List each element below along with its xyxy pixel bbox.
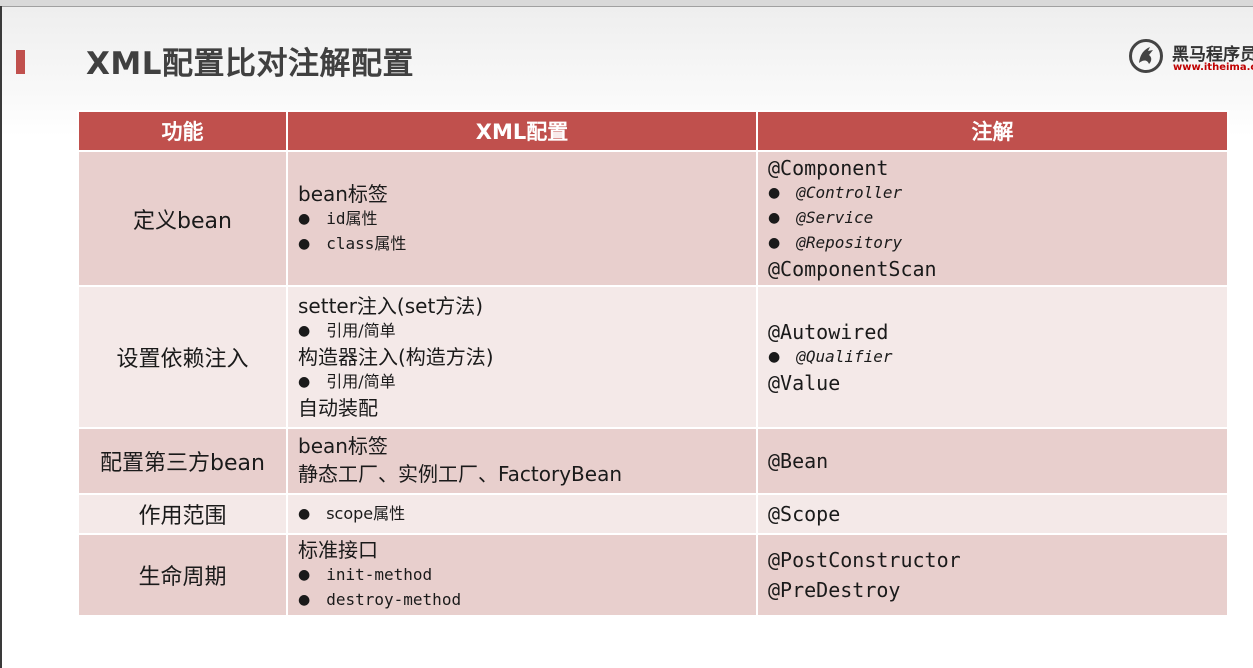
table-row: 生命周期 标准接口 init-method destroy-method @Po… <box>77 533 1229 617</box>
xml-line: setter注入(set方法) <box>298 294 484 318</box>
bullet-text: @Qualifier <box>796 346 893 366</box>
annotation-line: @ComponentScan <box>768 257 937 281</box>
bullet-text: init-method <box>326 565 433 584</box>
feature-cell: 配置第三方bean <box>77 427 288 495</box>
annotation-cell: @PostConstructor @PreDestroy <box>756 533 1229 617</box>
xml-line: 自动装配 <box>298 396 378 420</box>
horse-logo-icon <box>1129 39 1163 73</box>
table-row: 定义bean bean标签 id属性 class属性 @Component @C… <box>77 150 1229 287</box>
annotation-bullet: @Service <box>768 206 1217 231</box>
slide-title: XML配置比对注解配置 <box>86 46 415 82</box>
xml-line: 构造器注入(构造方法) <box>298 345 494 369</box>
annotation-line: @Value <box>768 370 841 395</box>
header-xml: XML配置 <box>286 110 758 152</box>
table-header-row: 功能 XML配置 注解 <box>77 110 1229 152</box>
xml-bullet: destroy-method <box>298 588 746 613</box>
xml-bullet: scope属性 <box>298 502 746 527</box>
header-annotation: 注解 <box>756 110 1229 152</box>
bullet-text: @Controller <box>796 183 903 202</box>
bullet-text: class属性 <box>326 233 407 253</box>
xml-bullet: 引用/简单 <box>298 319 746 344</box>
table-row: 配置第三方bean bean标签 静态工厂、实例工厂、FactoryBean @… <box>77 427 1229 495</box>
bullet-text: @Repository <box>796 233 903 252</box>
comparison-table: 功能 XML配置 注解 定义bean bean标签 id属性 class属性 @… <box>77 110 1229 617</box>
xml-bullet: init-method <box>298 563 746 588</box>
annotation-bullet: @Qualifier <box>768 345 1217 370</box>
annotation-cell: @Bean <box>756 427 1229 495</box>
header-feature: 功能 <box>77 110 288 152</box>
annotation-line: @Scope <box>768 502 841 526</box>
brand-logo: 黑马程序员 www.itheima.com <box>1128 36 1253 80</box>
annotation-line: @PreDestroy <box>768 578 901 602</box>
logo-url: www.itheima.com <box>1173 62 1253 73</box>
window-top-strip <box>0 0 1253 7</box>
xml-line: bean标签 <box>298 434 388 458</box>
annotation-bullet: @Repository <box>768 231 1217 256</box>
bullet-text: id属性 <box>326 208 378 228</box>
annotation-cell: @Component @Controller @Service @Reposit… <box>756 150 1229 287</box>
xml-cell: setter注入(set方法) 引用/简单 构造器注入(构造方法) 引用/简单 … <box>286 285 758 429</box>
bullet-text: @Service <box>796 208 874 227</box>
xml-bullet: id属性 <box>298 207 746 232</box>
feature-cell: 定义bean <box>77 150 288 287</box>
annotation-line: @Component <box>768 156 889 180</box>
xml-cell: bean标签 静态工厂、实例工厂、FactoryBean <box>286 427 758 495</box>
feature-cell: 生命周期 <box>77 533 288 617</box>
xml-line: 标准接口 <box>298 538 378 562</box>
xml-bullet: 引用/简单 <box>298 370 746 395</box>
annotation-line: @Autowired <box>768 319 889 344</box>
feature-cell: 设置依赖注入 <box>77 285 288 429</box>
feature-cell: 作用范围 <box>77 493 288 535</box>
xml-line: bean标签 <box>298 181 388 206</box>
xml-cell: scope属性 <box>286 493 758 535</box>
annotation-line: @PostConstructor <box>768 548 961 572</box>
annotation-cell: @Scope <box>756 493 1229 535</box>
xml-cell: 标准接口 init-method destroy-method <box>286 533 758 617</box>
annotation-line: @Bean <box>768 449 829 473</box>
annotation-bullet: @Controller <box>768 181 1217 206</box>
bullet-text: 引用/简单 <box>326 321 396 340</box>
bullet-text: scope属性 <box>326 503 406 523</box>
xml-line: 静态工厂、实例工厂、FactoryBean <box>298 462 623 486</box>
xml-cell: bean标签 id属性 class属性 <box>286 150 758 287</box>
annotation-cell: @Autowired @Qualifier @Value <box>756 285 1229 429</box>
table-row: 设置依赖注入 setter注入(set方法) 引用/简单 构造器注入(构造方法)… <box>77 285 1229 429</box>
table-row: 作用范围 scope属性 @Scope <box>77 493 1229 535</box>
title-accent-bar <box>16 50 25 74</box>
bullet-text: destroy-method <box>326 590 462 609</box>
xml-bullet: class属性 <box>298 232 746 257</box>
bullet-text: 引用/简单 <box>326 372 396 391</box>
